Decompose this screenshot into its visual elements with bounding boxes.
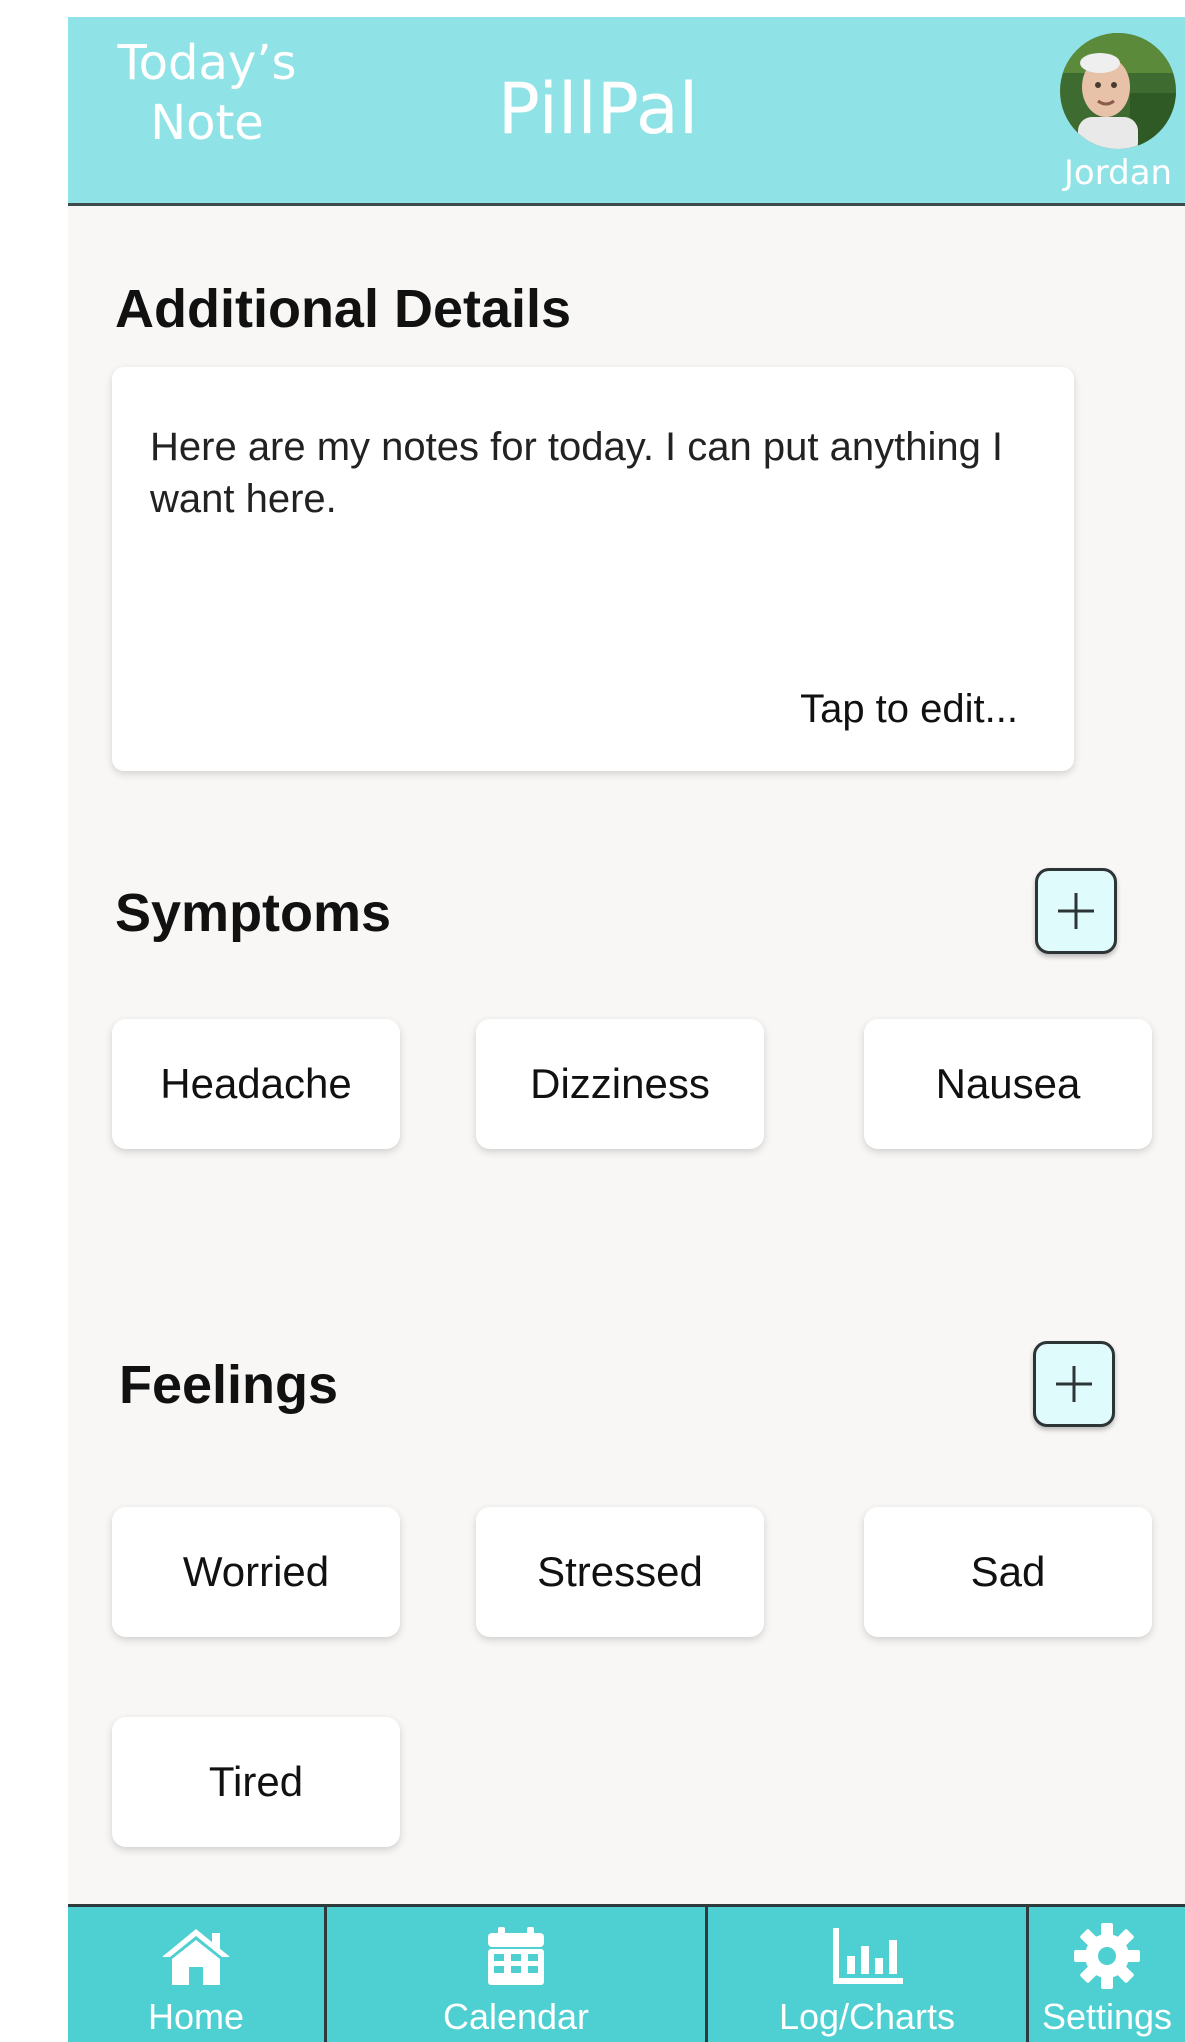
nav-label-log-charts: Log/Charts bbox=[778, 1996, 956, 2037]
tap-to-edit-hint[interactable]: Tap to edit... bbox=[800, 685, 1018, 733]
bar-chart-icon bbox=[829, 1921, 905, 1991]
nav-item-calendar[interactable]: Calendar bbox=[327, 1907, 705, 2042]
symptoms-title: Symptoms bbox=[115, 883, 392, 943]
nav-item-settings[interactable]: Settings bbox=[1029, 1907, 1185, 2042]
additional-details-title: Additional Details bbox=[115, 279, 572, 339]
nav-label-calendar: Calendar bbox=[442, 1996, 590, 2037]
symptom-chip-dizziness[interactable]: Dizziness bbox=[476, 1019, 764, 1149]
feeling-chip-worried[interactable]: Worried bbox=[112, 1507, 400, 1637]
gear-icon bbox=[1072, 1921, 1142, 1991]
page-title: Today’s Note bbox=[92, 33, 322, 153]
nav-item-log-charts[interactable]: Log/Charts bbox=[708, 1907, 1026, 2042]
nav-item-home[interactable]: Home bbox=[68, 1907, 324, 2042]
feeling-chip-tired[interactable]: Tired bbox=[112, 1717, 400, 1847]
add-symptom-button[interactable] bbox=[1035, 868, 1117, 954]
notes-text: Here are my notes for today. I can put a… bbox=[150, 425, 1004, 521]
plus-icon bbox=[1058, 893, 1094, 929]
feeling-chip-stressed[interactable]: Stressed bbox=[476, 1507, 764, 1637]
nav-label-settings: Settings bbox=[1041, 1996, 1173, 2037]
page-title-line1: Today’s bbox=[117, 35, 297, 91]
app-screen: Today’s Note PillPal Jordan Additional D… bbox=[68, 17, 1185, 2042]
feelings-title: Feelings bbox=[119, 1355, 339, 1415]
symptom-chip-nausea[interactable]: Nausea bbox=[864, 1019, 1152, 1149]
app-title: PillPal bbox=[497, 68, 699, 150]
feeling-chip-sad[interactable]: Sad bbox=[864, 1507, 1152, 1637]
calendar-icon bbox=[486, 1921, 546, 1991]
nav-label-home: Home bbox=[147, 1996, 245, 2037]
add-feeling-button[interactable] bbox=[1033, 1341, 1115, 1427]
symptom-chip-headache[interactable]: Headache bbox=[112, 1019, 400, 1149]
bottom-navigation: Home Calendar Log/Charts Settings bbox=[68, 1904, 1185, 2042]
user-avatar[interactable] bbox=[1060, 33, 1176, 149]
home-icon bbox=[158, 1921, 234, 1991]
plus-icon bbox=[1056, 1366, 1092, 1402]
app-header: Today’s Note PillPal Jordan bbox=[68, 17, 1185, 206]
page-title-line2: Note bbox=[150, 95, 264, 151]
avatar-photo bbox=[1060, 33, 1176, 149]
user-name[interactable]: Jordan bbox=[1048, 153, 1185, 193]
notes-card[interactable]: Here are my notes for today. I can put a… bbox=[112, 367, 1074, 771]
